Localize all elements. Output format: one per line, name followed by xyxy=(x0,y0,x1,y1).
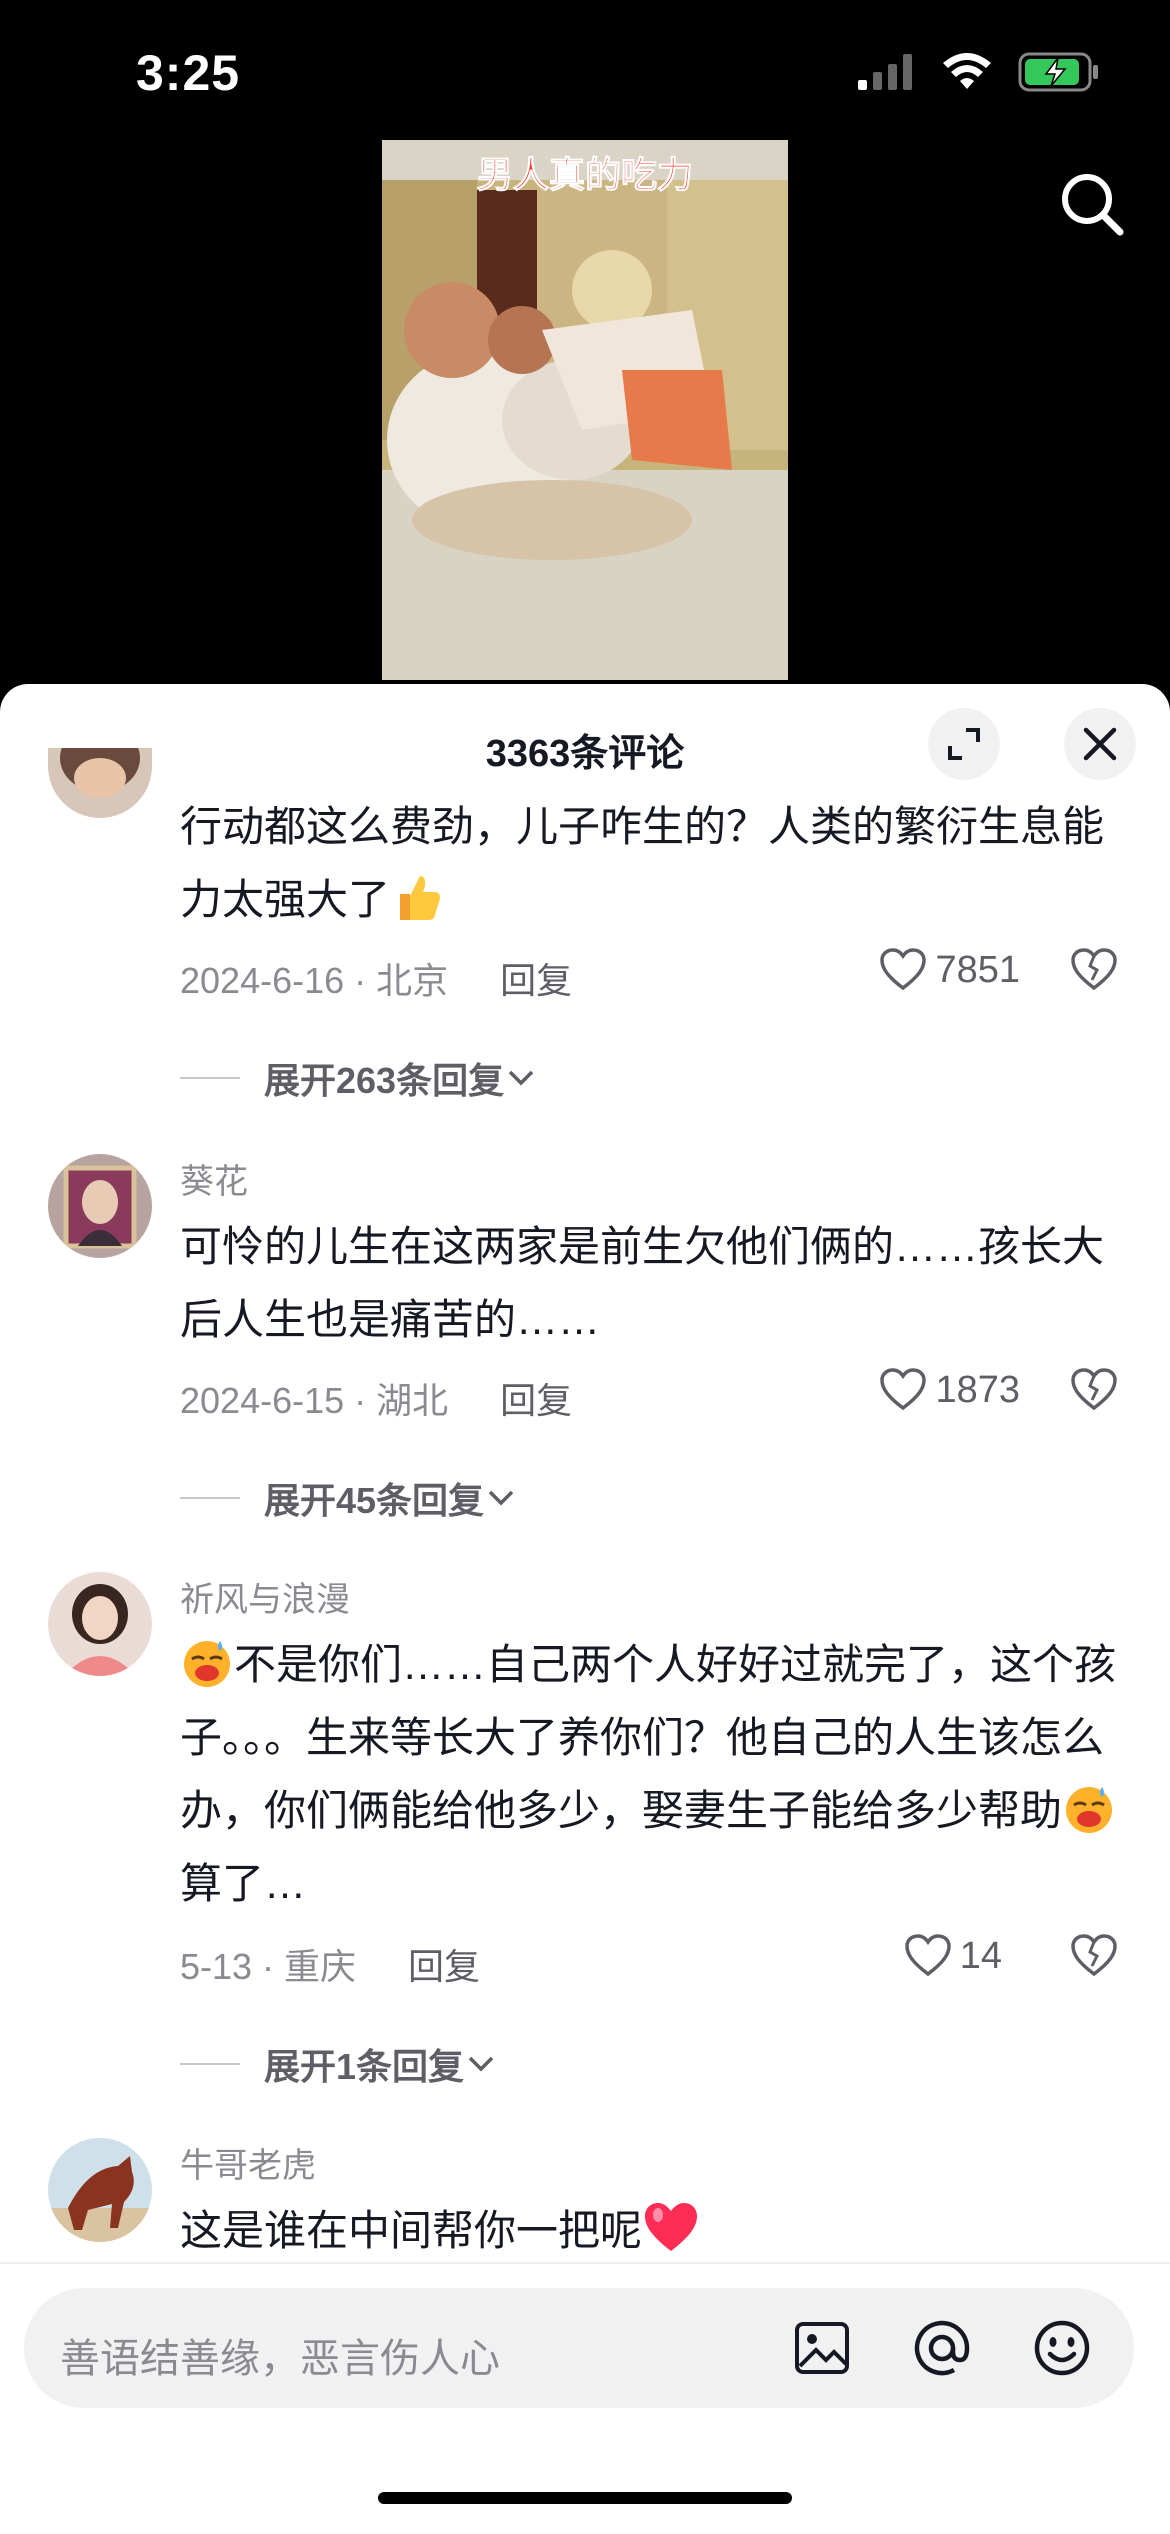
emoji-button[interactable] xyxy=(1032,2318,1092,2378)
comment-date-location: 2024-6-16 · 北京 xyxy=(180,960,449,1001)
dislike-button[interactable] xyxy=(1070,1368,1118,1417)
video-thumbnail xyxy=(382,140,788,680)
status-time: 3:25 xyxy=(136,45,241,101)
chevron-down-icon xyxy=(488,1490,514,1506)
close-icon xyxy=(1083,727,1117,761)
dislike-button[interactable] xyxy=(1070,948,1118,997)
smiley-icon xyxy=(1034,2320,1090,2376)
crying-face-emoji-icon xyxy=(180,1635,234,1689)
like-button[interactable]: 1873 xyxy=(879,1368,1020,1412)
like-count: 1873 xyxy=(935,1368,1020,1411)
expand-replies-button[interactable]: 展开1条回复 xyxy=(180,2038,498,2090)
reply-button[interactable]: 回复 xyxy=(500,1380,572,1421)
comment-date-location: 5-13 · 重庆 xyxy=(180,1946,357,1987)
broken-heart-icon xyxy=(1071,1368,1117,1411)
fullscreen-button[interactable] xyxy=(928,708,1000,780)
wifi-icon xyxy=(943,53,991,89)
heart-outline-icon xyxy=(880,948,927,991)
comment-username[interactable]: 葵花 xyxy=(180,1154,248,1203)
avatar[interactable] xyxy=(48,1572,152,1676)
comment-input-placeholder: 善语结善缘，恶言伤人心 xyxy=(60,2337,500,2381)
reply-button[interactable]: 回复 xyxy=(500,960,572,1001)
comment-text: 这是谁在中间帮你一把呢 xyxy=(180,2194,1120,2267)
like-count: 14 xyxy=(959,1934,1002,1977)
comment-date-location: 2024-6-15 · 湖北 xyxy=(180,1380,449,1421)
heart-outline-icon xyxy=(904,1934,951,1977)
battery-charging-icon xyxy=(1018,52,1098,92)
expand-replies-button[interactable]: 展开45条回复 xyxy=(180,1472,518,1524)
comment-text: 不是你们……自己两个人好好过就完了，这个孩子。。。生来等长大了养你们？他自己的人… xyxy=(180,1628,1120,1920)
comment-username[interactable]: 牛哥老虎 xyxy=(180,2138,316,2187)
comment-text: 可怜的儿生在这两家是前生欠他们俩的……孩长大后人生也是痛苦的…… xyxy=(180,1223,1105,1343)
expand-replies-button[interactable]: 展开263条回复 xyxy=(180,1052,538,1104)
heart-outline-icon xyxy=(880,1368,927,1411)
like-button[interactable]: 14 xyxy=(904,1934,1002,1978)
search-icon xyxy=(1062,174,1124,236)
image-picker-button[interactable] xyxy=(792,2318,852,2378)
avatar[interactable] xyxy=(48,748,152,818)
broken-heart-icon xyxy=(1071,1934,1117,1977)
avatar[interactable] xyxy=(48,1154,152,1258)
like-button[interactable]: 7851 xyxy=(879,948,1020,992)
expand-icon xyxy=(948,728,980,760)
cellular-signal-icon xyxy=(858,54,912,90)
comments-sheet: 3363条评论 行动都这么费劲，儿子咋生的？人类的繁衍生息能力太强大了 2024… xyxy=(0,684,1170,2532)
reply-button[interactable]: 回复 xyxy=(408,1946,480,1987)
comment-meta: 5-13 · 重庆 回复 xyxy=(180,1938,480,1990)
comment-username[interactable]: 祈风与浪漫 xyxy=(180,1572,350,1621)
like-count: 7851 xyxy=(935,948,1020,991)
crying-face-emoji-icon xyxy=(1062,1781,1116,1835)
chevron-down-icon xyxy=(468,2056,494,2072)
video-player[interactable]: 男人真的吃力 xyxy=(382,140,788,680)
dislike-button[interactable] xyxy=(1070,1934,1118,1983)
at-icon xyxy=(914,2320,970,2376)
red-heart-emoji-icon xyxy=(642,2201,698,2255)
thumbs-up-emoji-icon xyxy=(390,870,444,924)
status-bar: 3:25 xyxy=(0,0,1170,140)
comment-input[interactable]: 善语结善缘，恶言伤人心 xyxy=(24,2288,1134,2408)
broken-heart-icon xyxy=(1071,948,1117,991)
video-overlay-title: 男人真的吃力 xyxy=(476,154,693,196)
chevron-down-icon xyxy=(508,1070,534,1086)
comment-meta: 2024-6-16 · 北京 回复 xyxy=(180,952,572,1004)
mention-button[interactable] xyxy=(912,2318,972,2378)
image-icon xyxy=(795,2322,849,2374)
home-indicator[interactable] xyxy=(378,2492,792,2504)
comment-meta: 2024-6-15 · 湖北 回复 xyxy=(180,1372,572,1424)
comments-header: 3363条评论 xyxy=(0,684,1170,804)
avatar[interactable] xyxy=(48,2138,152,2242)
close-button[interactable] xyxy=(1064,708,1136,780)
comment-text: 行动都这么费劲，儿子咋生的？人类的繁衍生息能力太强大了 xyxy=(180,803,1105,924)
search-button[interactable] xyxy=(1056,168,1128,240)
